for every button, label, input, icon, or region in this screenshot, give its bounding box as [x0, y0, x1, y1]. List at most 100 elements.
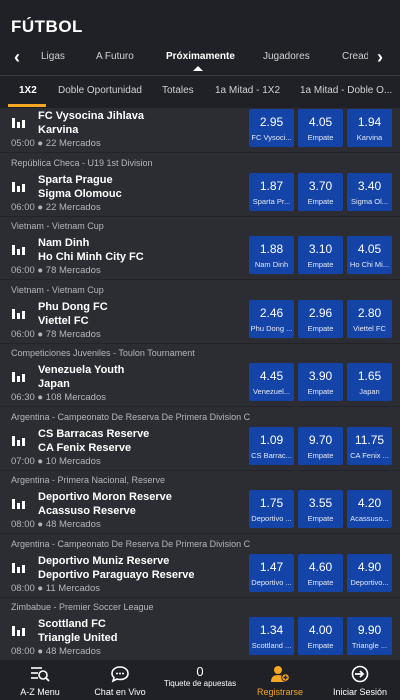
nav-left-chevron-icon[interactable]: ‹ — [6, 44, 28, 72]
active-tab-indicator — [8, 104, 46, 107]
odds-value: 3.70 — [308, 178, 333, 193]
odds-value: 4.00 — [308, 623, 333, 637]
odds-label: CA Fenix ... — [350, 450, 389, 460]
odds-home-button[interactable]: 1.75 Deportivo ... — [249, 490, 294, 528]
stats-icon[interactable] — [12, 562, 26, 573]
live-chat-button[interactable]: Chat en Vivo — [80, 660, 160, 700]
odds-draw-button[interactable]: 3.90 Empate — [298, 363, 343, 401]
odds-draw-button[interactable]: 2.96 Empate — [298, 299, 343, 338]
odds-away-button[interactable]: 9.90 Triangle ... — [347, 617, 392, 655]
match-row[interactable]: FC Vysocina Jihlava Karvina 05:00 ● 22 Mer… — [0, 108, 400, 153]
league-name: República Checa - U19 1st Division — [11, 157, 153, 168]
stats-icon[interactable] — [12, 181, 26, 192]
nav-item-ligas[interactable]: Ligas — [41, 51, 65, 62]
odds-away-button[interactable]: 1.65 Japan — [347, 363, 392, 401]
league-name: Argentina - Primera Nacional, Reserve — [11, 475, 166, 485]
odds-home-button[interactable]: 2.95 FC Vysoci... — [249, 109, 294, 147]
match-row[interactable]: Vietnam - Vietnam Cup Nam Dinh Ho Chi Minh… — [0, 216, 400, 280]
odds-draw-button[interactable]: 9.70 Empate — [298, 426, 343, 465]
match-time-markets[interactable]: 08:00 ● 48 Mercados — [11, 646, 101, 657]
chat-label: Chat en Vivo — [94, 687, 146, 697]
match-row[interactable]: Argentina - Campeonato De Reserva De Pri… — [0, 534, 400, 598]
match-row[interactable]: Zimbabue - Premier Soccer League Scottlan… — [0, 597, 400, 660]
odds-home-button[interactable]: 4.45 Venezuel... — [249, 363, 294, 401]
bet-slip-button[interactable]: 0 Tiquete de apuestas — [160, 660, 240, 700]
home-team: FC Vysocina Jihlava — [38, 110, 144, 122]
register-button[interactable]: Registrarse — [240, 660, 320, 700]
match-row[interactable]: Vietnam - Vietnam Cup Phu Dong FC Viettel … — [0, 280, 400, 344]
tab-totales[interactable]: Totales — [162, 85, 194, 96]
odds-draw-button[interactable]: 4.00 Empate — [298, 617, 343, 655]
odds-away-button[interactable]: 11.75 CA Fenix ... — [347, 426, 392, 465]
odds-value: 2.96 — [308, 305, 333, 320]
odds-label: Karvina — [356, 133, 383, 142]
odds-label: Viettel FC — [353, 323, 386, 333]
odds-label: Acassuso... — [350, 514, 389, 523]
tab-1a-mitad-doble-o[interactable]: 1a Mitad - Doble O... — [300, 85, 392, 96]
home-team: Sparta Prague — [38, 173, 113, 186]
stats-icon[interactable] — [12, 626, 26, 636]
match-row[interactable]: Argentina - Primera Nacional, Reserve Dep… — [0, 470, 400, 534]
match-row[interactable]: República Checa - U19 1st Division Sparta… — [0, 153, 400, 217]
away-team: Viettel FC — [38, 314, 89, 327]
match-time-markets[interactable]: 06:00 ● 22 Mercados — [11, 202, 101, 213]
odds-home-button[interactable]: 1.87 Sparta Pr... — [249, 172, 294, 211]
odds-away-button[interactable]: 1.94 Karvina — [347, 109, 392, 147]
away-team: Triangle United — [38, 632, 118, 644]
odds-label: Phu Dong ... — [250, 323, 293, 333]
stats-icon[interactable] — [12, 372, 26, 382]
odds-away-button[interactable]: 4.05 Ho Chi Mi... — [347, 236, 392, 274]
home-team: Nam Dinh — [38, 237, 90, 249]
tab-doble-oportunidad[interactable]: Doble Oportunidad — [58, 85, 142, 96]
odds-label: Triangle ... — [351, 641, 388, 650]
match-time-markets[interactable]: 08:00 ● 48 Mercados — [11, 519, 101, 530]
match-time-markets[interactable]: 06:00 ● 78 Mercados — [11, 329, 101, 340]
odds-away-button[interactable]: 3.40 Sigma Ol... — [347, 172, 392, 211]
away-team: CA Fenix Reserve — [38, 441, 132, 454]
az-menu-button[interactable]: A-Z Menu — [0, 660, 80, 700]
nav-item-proximamente[interactable]: Próximamente — [166, 51, 235, 62]
odds-home-button[interactable]: 1.09 CS Barrac... — [249, 426, 294, 465]
match-time-markets[interactable]: 06:00 ● 78 Mercados — [11, 265, 101, 276]
odds-draw-button[interactable]: 4.05 Empate — [298, 109, 343, 147]
league-name: Vietnam - Vietnam Cup — [11, 284, 104, 295]
odds-home-button[interactable]: 1.47 Deportivo ... — [249, 553, 294, 592]
tab-1a-mitad-1x2[interactable]: 1a Mitad - 1X2 — [215, 85, 280, 96]
odds-label: Deportivo... — [350, 577, 389, 587]
match-row[interactable]: Competiciones Juveniles - Toulon Tournam… — [0, 343, 400, 407]
register-label: Registrarse — [256, 687, 303, 697]
odds-value: 1.87 — [259, 178, 284, 193]
odds-value: 3.40 — [357, 178, 382, 193]
odds-value: 3.10 — [308, 242, 333, 256]
stats-icon[interactable] — [12, 308, 26, 319]
tab-1x2[interactable]: 1X2 — [19, 85, 37, 96]
odds-value: 2.95 — [259, 115, 284, 129]
match-time-markets[interactable]: 08:00 ● 11 Mercados — [11, 583, 100, 594]
nav-item-creador[interactable]: Creador — [342, 51, 368, 62]
odds-away-button[interactable]: 4.20 Acassuso... — [347, 490, 392, 528]
odds-away-button[interactable]: 4.90 Deportivo... — [347, 553, 392, 592]
stats-icon[interactable] — [12, 435, 26, 446]
odds-draw-button[interactable]: 3.70 Empate — [298, 172, 343, 211]
odds-home-button[interactable]: 1.88 Nam Dinh — [249, 236, 294, 274]
odds-home-button[interactable]: 1.34 Scottland ... — [249, 617, 294, 655]
nav-item-jugadores[interactable]: Jugadores — [263, 51, 310, 62]
odds-value: 1.09 — [259, 432, 284, 447]
odds-draw-button[interactable]: 3.10 Empate — [298, 236, 343, 274]
match-row[interactable]: Argentina - Campeonato De Reserva De Pri… — [0, 407, 400, 471]
login-button[interactable]: Iniciar Sesión — [320, 660, 400, 700]
odds-draw-button[interactable]: 4.60 Empate — [298, 553, 343, 592]
odds-home-button[interactable]: 2.46 Phu Dong ... — [249, 299, 294, 338]
nav-item-a-futuro[interactable]: A Futuro — [96, 51, 134, 62]
odds-draw-button[interactable]: 3.55 Empate — [298, 490, 343, 528]
nav-right-chevron-icon[interactable]: › — [369, 44, 391, 72]
stats-icon[interactable] — [12, 499, 26, 509]
match-time-markets[interactable]: 07:00 ● 10 Mercados — [11, 456, 101, 467]
stats-icon[interactable] — [12, 118, 26, 128]
match-time-markets[interactable]: 06:30 ● 108 Mercados — [11, 392, 106, 403]
away-team: Acassuso Reserve — [38, 505, 136, 517]
odds-away-button[interactable]: 2.80 Viettel FC — [347, 299, 392, 338]
odds-label: Empate — [307, 387, 334, 396]
match-time-markets[interactable]: 05:00 ● 22 Mercados — [11, 138, 101, 149]
stats-icon[interactable] — [12, 245, 26, 255]
